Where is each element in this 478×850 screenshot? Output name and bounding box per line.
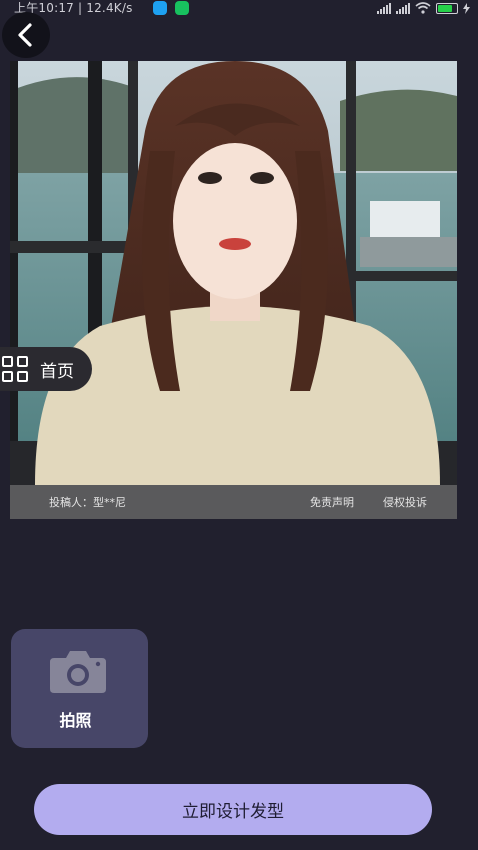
submitter-label: 投稿人：型**尼 [49, 496, 126, 509]
design-hairstyle-button[interactable]: 立即设计发型 [34, 784, 432, 835]
model-portrait-image [10, 61, 457, 485]
message-icon [153, 1, 167, 15]
battery-icon [436, 2, 458, 14]
take-photo-button[interactable]: 拍照 [11, 629, 148, 748]
disclaimer-link[interactable]: 免责声明 [310, 494, 354, 510]
chevron-left-icon [18, 23, 32, 47]
take-photo-label: 拍照 [59, 711, 92, 730]
status-bar: 上午10:17 | 12.4K/s [0, 0, 478, 16]
wechat-icon [175, 1, 189, 15]
hairstyle-photo-card: 投稿人：型**尼 免责声明 侵权投诉 [10, 61, 457, 519]
photo-credit-bar: 投稿人：型**尼 免责声明 侵权投诉 [10, 485, 457, 519]
home-button-label: 首页 [40, 361, 74, 382]
grid-icon [2, 356, 28, 382]
hd-signal-icon [396, 2, 410, 14]
hd-signal-icon [377, 2, 391, 14]
wifi-icon [415, 2, 431, 14]
status-indicators [377, 0, 470, 16]
infringement-complaint-link[interactable]: 侵权投诉 [383, 494, 427, 510]
home-button[interactable]: 首页 [0, 347, 92, 391]
camera-icon [50, 651, 106, 693]
back-button[interactable] [2, 12, 50, 58]
charging-icon [463, 2, 470, 14]
